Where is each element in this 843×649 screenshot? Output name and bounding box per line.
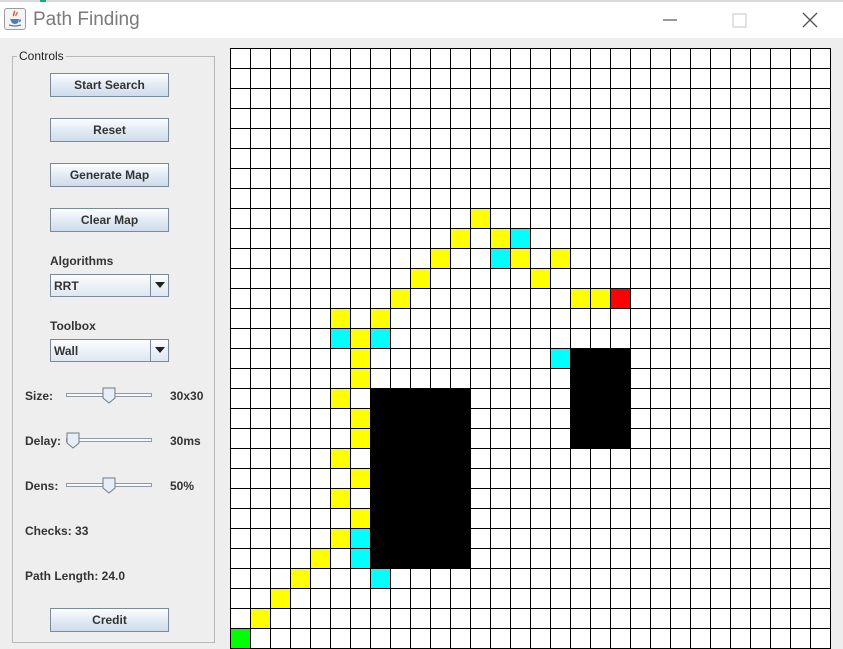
path-cell[interactable] (350, 328, 370, 348)
start-search-button[interactable]: Start Search (50, 73, 169, 97)
path-cell[interactable] (410, 268, 430, 288)
algorithm-dropdown-arrow[interactable] (150, 275, 168, 296)
path-cell[interactable] (590, 288, 610, 308)
path-cell[interactable] (350, 508, 370, 528)
credit-button[interactable]: Credit (50, 608, 169, 632)
size-slider-thumb[interactable] (102, 387, 116, 404)
checks-count: Checks: 33 (25, 524, 89, 538)
title-bar[interactable]: Path Finding (0, 2, 843, 38)
toolbox-select[interactable]: Wall (50, 339, 169, 362)
wall-block[interactable] (370, 388, 470, 568)
checked-cell[interactable] (370, 568, 390, 588)
path-cell[interactable] (350, 368, 370, 388)
checked-cell[interactable] (330, 328, 350, 348)
path-cell[interactable] (450, 228, 470, 248)
size-label: Size: (25, 389, 54, 403)
path-cell[interactable] (470, 208, 490, 228)
start-cell[interactable] (230, 628, 250, 648)
toolbox-label: Toolbox (50, 319, 96, 333)
path-cell[interactable] (350, 408, 370, 428)
path-cell[interactable] (570, 288, 590, 308)
path-cell[interactable] (350, 348, 370, 368)
java-app-icon (4, 8, 26, 30)
toolbox-dropdown-arrow[interactable] (150, 340, 168, 361)
checked-cell[interactable] (350, 528, 370, 548)
path-grid-canvas[interactable] (230, 48, 831, 649)
controls-legend: Controls (17, 49, 66, 63)
window-title: Path Finding (33, 9, 140, 30)
algorithms-label: Algorithms (50, 254, 114, 268)
size-slider[interactable] (66, 386, 153, 406)
path-cell[interactable] (350, 468, 370, 488)
path-cell[interactable] (530, 268, 550, 288)
chevron-down-icon (155, 347, 165, 353)
delay-slider-thumb[interactable] (66, 432, 80, 449)
close-icon (802, 12, 818, 28)
path-length: Path Length: 24.0 (25, 569, 126, 583)
path-cell[interactable] (550, 248, 570, 268)
finish-cell[interactable] (610, 288, 630, 308)
delay-value: 30ms (170, 434, 201, 448)
density-label: Dens: (25, 479, 59, 493)
path-cell[interactable] (330, 528, 350, 548)
checked-cell[interactable] (350, 548, 370, 568)
path-cell[interactable] (270, 588, 290, 608)
path-cell[interactable] (490, 228, 510, 248)
maximize-button[interactable] (719, 6, 759, 34)
algorithm-select[interactable]: RRT (50, 274, 169, 297)
path-cell[interactable] (330, 308, 350, 328)
generate-map-button[interactable]: Generate Map (50, 163, 169, 187)
path-cell[interactable] (370, 308, 390, 328)
grid-svg[interactable] (230, 48, 831, 649)
path-cell[interactable] (330, 388, 350, 408)
checked-cell[interactable] (510, 228, 530, 248)
path-cell[interactable] (430, 248, 450, 268)
checked-cell[interactable] (550, 348, 570, 368)
reset-button[interactable]: Reset (50, 118, 169, 142)
path-cell[interactable] (350, 428, 370, 448)
checked-cell[interactable] (490, 248, 510, 268)
path-cell[interactable] (330, 448, 350, 468)
path-cell[interactable] (330, 488, 350, 508)
clear-map-button[interactable]: Clear Map (50, 208, 169, 232)
delay-slider[interactable] (66, 431, 153, 451)
chevron-down-icon (155, 282, 165, 288)
window-client-area: Controls Start Search Reset Generate Map… (0, 38, 843, 649)
checked-cell[interactable] (370, 328, 390, 348)
minimize-button[interactable] (650, 6, 690, 34)
path-cell[interactable] (310, 548, 330, 568)
density-slider-thumb[interactable] (102, 477, 116, 494)
density-slider[interactable] (66, 476, 153, 496)
path-cell[interactable] (390, 288, 410, 308)
delay-label: Delay: (25, 434, 62, 448)
path-cell[interactable] (290, 568, 310, 588)
path-cell[interactable] (510, 248, 530, 268)
minimize-icon (663, 19, 677, 21)
size-value: 30x30 (170, 389, 204, 403)
wall-block[interactable] (570, 348, 630, 448)
toolbox-selected-value: Wall (54, 344, 79, 358)
maximize-icon (732, 13, 747, 28)
density-value: 50% (170, 479, 195, 493)
algorithm-selected-value: RRT (54, 279, 79, 293)
close-button[interactable] (790, 6, 830, 34)
path-cell[interactable] (250, 608, 270, 628)
